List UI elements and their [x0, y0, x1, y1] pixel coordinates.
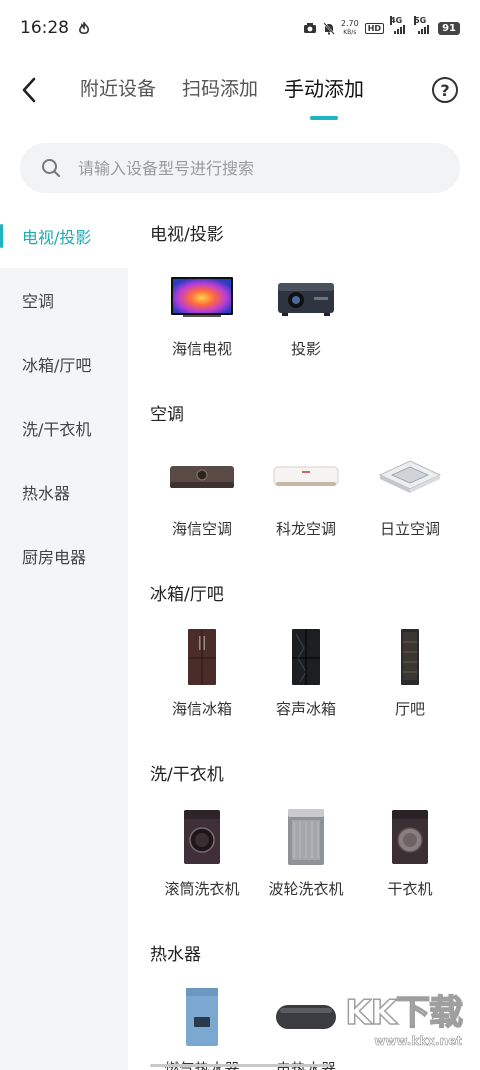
tab-label: 扫码添加 [182, 78, 259, 100]
tab-scan-add[interactable]: 扫码添加 [182, 74, 258, 106]
device-label: 海信电视 [171, 340, 232, 358]
device-label: 海信空调 [171, 520, 232, 538]
tab-manual-add[interactable]: 手动添加 [284, 74, 365, 120]
chevron-left-icon [22, 77, 36, 103]
device-tile-gas-water-heater[interactable]: 燃气热水器 [150, 986, 254, 1070]
section-air-conditioner: 空调 海信空调 科龙空调 日立空调 [128, 384, 480, 564]
help-icon: ? [440, 80, 450, 100]
sidebar-item-air-conditioner[interactable]: 空调 [0, 268, 128, 332]
device-tile-electric-water-heater[interactable]: 电热水器 [254, 986, 358, 1070]
device-tile-projector[interactable]: 投影 [254, 266, 358, 359]
section-title: 洗/干衣机 [150, 765, 224, 785]
device-grid: 海信冰箱 容声冰箱 厅吧 [150, 626, 480, 719]
hd-badge: HD [364, 22, 385, 34]
signal-4g-icon: 4G [390, 16, 408, 34]
sidebar-item-kitchen-appliances[interactable]: 厨房电器 [0, 524, 128, 588]
device-tile-hitachi-ac[interactable]: 日立空调 [358, 446, 462, 539]
ceiling-ac-icon [370, 446, 450, 508]
device-label: 投影 [290, 340, 321, 358]
sidebar-item-label: 厨房电器 [22, 548, 87, 567]
sidebar-item-fridge-bar[interactable]: 冰箱/厅吧 [0, 332, 128, 396]
device-list: 电视/投影 海信电视 投影 空调 海信空调 科龙空调 日立空调 冰箱/厅吧 海信… [128, 204, 480, 1070]
net-speed: 2.70 KB/s [341, 19, 359, 37]
signal-4g-label: 4G [390, 16, 403, 25]
tv-icon [162, 266, 242, 328]
device-tile-dryer[interactable]: 干衣机 [358, 806, 462, 899]
sidebar-item-washer-dryer[interactable]: 洗/干衣机 [0, 396, 128, 460]
active-tab-indicator [310, 116, 339, 120]
gas-heater-icon [162, 986, 242, 1048]
device-tile-kelon-ac[interactable]: 科龙空调 [254, 446, 358, 539]
device-label: 海信冰箱 [171, 700, 232, 718]
sidebar-item-tv-projector[interactable]: 电视/投影 [0, 204, 128, 268]
sidebar-item-water-heater[interactable]: 热水器 [0, 460, 128, 524]
home-indicator[interactable] [150, 1064, 330, 1067]
device-label: 科龙空调 [275, 520, 336, 538]
section-title: 空调 [150, 405, 184, 425]
electric-heater-icon [266, 986, 346, 1048]
front-washer-icon [162, 806, 242, 868]
device-tile-ronshen-fridge[interactable]: 容声冰箱 [254, 626, 358, 719]
search-icon [40, 157, 62, 179]
device-tile-wine-bar[interactable]: 厅吧 [358, 626, 462, 719]
device-tile-hisense-tv[interactable]: 海信电视 [150, 266, 254, 359]
tab-bar: 附近设备 扫码添加 手动添加 [80, 74, 365, 120]
device-tile-hisense-ac[interactable]: 海信空调 [150, 446, 254, 539]
fridge-black-icon [266, 626, 346, 688]
device-grid: 海信电视 投影 [150, 266, 480, 359]
sidebar-item-label: 热水器 [22, 484, 71, 503]
sidebar-item-label: 冰箱/厅吧 [22, 356, 92, 375]
category-sidebar: 电视/投影 空调 冰箱/厅吧 洗/干衣机 热水器 厨房电器 [0, 204, 128, 1070]
watermark: KK下载 www.kkx.net [345, 985, 464, 1049]
mute-bell-icon [323, 21, 335, 35]
status-bar: 16:28 2.70 KB/s HD 4G 5G 91 [0, 0, 480, 56]
ac-unit-icon [162, 446, 242, 508]
device-label: 日立空调 [379, 520, 440, 538]
signal-5g-label: 5G [414, 16, 427, 25]
section-washer-dryer: 洗/干衣机 滚筒洗衣机 波轮洗衣机 干衣机 [128, 744, 480, 924]
camera-icon [303, 22, 317, 34]
search-input[interactable] [78, 158, 418, 178]
projector-icon [266, 266, 346, 328]
section-title: 冰箱/厅吧 [150, 585, 224, 605]
net-speed-unit: KB/s [343, 29, 357, 36]
section-title: 热水器 [150, 945, 201, 965]
header: 附近设备 扫码添加 手动添加 ? [0, 60, 480, 122]
back-button[interactable] [14, 74, 44, 106]
tab-nearby-devices[interactable]: 附近设备 [80, 74, 156, 106]
device-tile-hisense-fridge[interactable]: 海信冰箱 [150, 626, 254, 719]
device-label: 容声冰箱 [275, 700, 336, 718]
sidebar-item-label: 空调 [22, 292, 55, 311]
section-tv-projector: 电视/投影 海信电视 投影 [128, 204, 480, 384]
device-label: 波轮洗衣机 [268, 880, 344, 898]
device-grid: 海信空调 科龙空调 日立空调 [150, 446, 480, 539]
help-button[interactable]: ? [432, 77, 458, 103]
ac-unit-white-icon [266, 446, 346, 508]
section-title: 电视/投影 [150, 225, 224, 245]
device-tile-top-load-washer[interactable]: 波轮洗衣机 [254, 806, 358, 899]
device-label: 干衣机 [387, 880, 433, 898]
top-washer-icon [266, 806, 346, 868]
status-time: 16:28 [20, 18, 69, 38]
battery-indicator: 91 [438, 21, 460, 35]
tab-label: 附近设备 [80, 78, 157, 100]
sidebar-item-label: 洗/干衣机 [22, 420, 92, 439]
device-grid: 滚筒洗衣机 波轮洗衣机 干衣机 [150, 806, 480, 899]
search-bar[interactable] [20, 143, 460, 193]
dryer-icon [370, 806, 450, 868]
tab-label: 手动添加 [284, 77, 365, 101]
sidebar-item-label: 电视/投影 [22, 228, 92, 247]
watermark-url: www.kkx.net [374, 1034, 462, 1049]
status-icons: 2.70 KB/s HD 4G 5G 91 [303, 16, 460, 37]
watermark-logo: KK下载 [345, 992, 464, 1034]
flame-icon [77, 20, 91, 35]
net-speed-value: 2.70 [340, 19, 359, 28]
device-label: 滚筒洗衣机 [164, 880, 240, 898]
device-tile-front-load-washer[interactable]: 滚筒洗衣机 [150, 806, 254, 899]
fridge-icon [162, 626, 242, 688]
device-label: 厅吧 [394, 700, 425, 718]
wine-cabinet-icon [370, 626, 450, 688]
signal-5g-icon: 5G [414, 16, 432, 34]
section-fridge-bar: 冰箱/厅吧 海信冰箱 容声冰箱 厅吧 [128, 564, 480, 744]
